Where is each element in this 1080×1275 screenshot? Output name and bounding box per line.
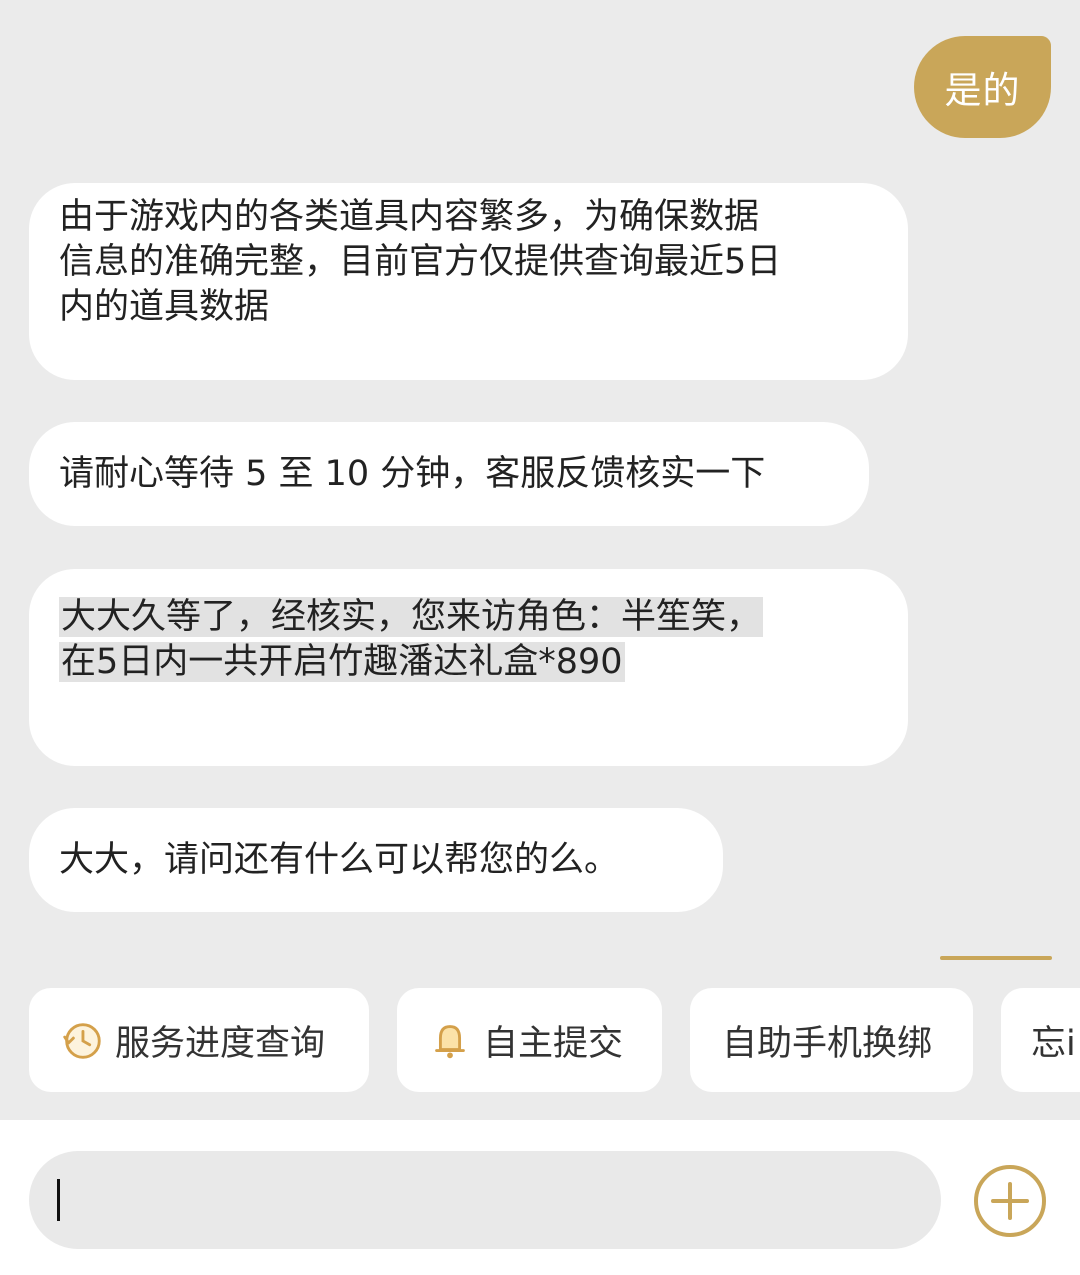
message-line-highlighted: 大大久等了，经核实，您来访角色：半笙笑，: [59, 597, 764, 637]
clock-progress-icon: [63, 1023, 101, 1059]
user-message-bubble: 是的: [914, 36, 1051, 138]
message-input[interactable]: [29, 1151, 941, 1249]
message-line: 内的道具数据: [59, 287, 270, 327]
bell-icon: [435, 1025, 465, 1059]
quick-action-label: 自主提交: [483, 1023, 624, 1064]
agent-message-bubble: 大大，请问还有什么可以帮您的么。: [29, 808, 723, 912]
scroll-indicator: [940, 956, 1052, 960]
message-line-highlighted: 在5日内一共开启竹趣潘达礼盒*890: [59, 642, 625, 682]
message-line: 由于游戏内的各类道具内容繁多，为确保数据: [59, 197, 760, 237]
quick-action-label: 服务进度查询: [115, 1023, 326, 1064]
quick-action-label: 自助手机换绑: [722, 1023, 933, 1064]
chat-area: 是的 由于游戏内的各类道具内容繁多，为确保数据 信息的准确完整，目前官方仅提供查…: [0, 0, 1080, 1120]
quick-action-self-submit[interactable]: 自主提交: [397, 988, 662, 1092]
quick-action-phone-rebind[interactable]: 自助手机换绑: [690, 988, 973, 1092]
user-message-text: 是的: [944, 69, 1021, 112]
quick-action-service-progress[interactable]: 服务进度查询: [29, 988, 369, 1092]
quick-action-forgot[interactable]: 忘i: [1001, 988, 1080, 1092]
message-line: 信息的准确完整，目前官方仅提供查询最近5日: [59, 242, 782, 282]
agent-message-bubble: 由于游戏内的各类道具内容繁多，为确保数据 信息的准确完整，目前官方仅提供查询最近…: [29, 183, 908, 380]
text-caret: [57, 1179, 60, 1221]
quick-action-label: 忘i: [1031, 1023, 1076, 1064]
message-text: 大大，请问还有什么可以帮您的么。: [59, 839, 620, 880]
add-icon[interactable]: [973, 1164, 1047, 1238]
message-text: 请耐心等待 5 至 10 分钟，客服反馈核实一下: [59, 453, 766, 494]
agent-message-bubble: 请耐心等待 5 至 10 分钟，客服反馈核实一下: [29, 422, 869, 526]
agent-message-bubble: 大大久等了，经核实，您来访角色：半笙笑， 在5日内一共开启竹趣潘达礼盒*890: [29, 569, 908, 766]
message-composer: [0, 1120, 1080, 1275]
quick-action-bar: 服务进度查询 自主提交 自助手机换绑 忘i: [0, 988, 1080, 1092]
